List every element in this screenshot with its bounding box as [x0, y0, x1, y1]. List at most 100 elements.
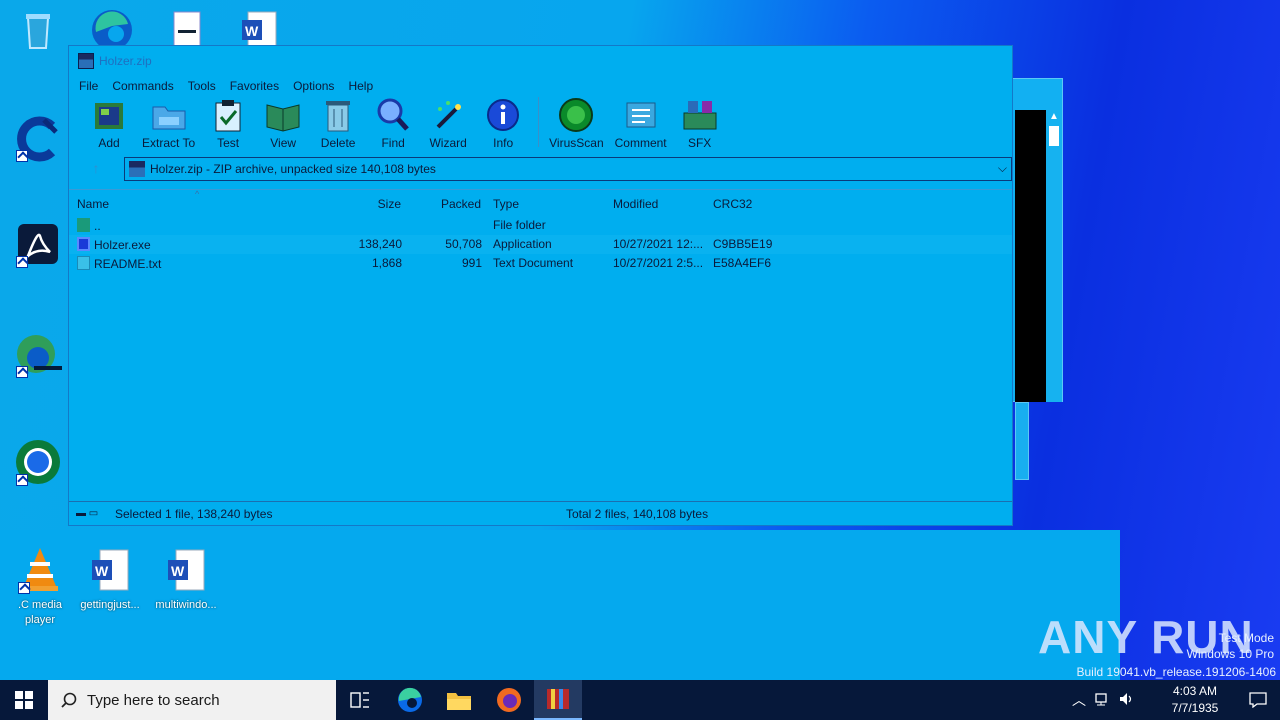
table-row[interactable]: README.txt 1,868 991 Text Document 10/27… — [69, 254, 1012, 273]
status-bar: ▬ ▭ Selected 1 file, 138,240 bytes Total… — [69, 501, 1012, 525]
watermark-edition: Windows 10 Pro — [1186, 647, 1274, 661]
background-window-edge — [1015, 402, 1029, 480]
archive-icon — [129, 161, 145, 177]
firefox-icon — [497, 688, 521, 712]
find-button[interactable]: Find — [371, 97, 415, 150]
address-bar: ↑ Holzer.zip - ZIP archive, unpacked siz… — [69, 155, 1012, 181]
toolbar: Add Extract To Test View Delete Find Wiz… — [69, 97, 1012, 155]
drive-icon: ▬ ▭ — [76, 508, 99, 519]
vlc-desktop-icon[interactable]: .C media player — [2, 546, 78, 628]
clock[interactable]: 4:03 AM 7/7/1935 — [1160, 683, 1230, 717]
wizard-button[interactable]: Wizard — [426, 97, 470, 150]
clock-date: 7/7/1935 — [1171, 701, 1219, 715]
scroll-up-icon[interactable]: ▲ — [1046, 110, 1062, 124]
chevron-down-icon[interactable]: ⌵ — [998, 161, 1007, 176]
virusscan-button[interactable]: VirusScan — [549, 97, 604, 150]
column-crc32[interactable]: CRC32 — [713, 197, 752, 213]
edge-app-desktop-icon[interactable] — [2, 330, 74, 382]
doc1-desktop-icon[interactable]: W gettingjust... — [74, 546, 146, 613]
acrobat-desktop-icon[interactable] — [2, 220, 74, 272]
toolbar-separator — [538, 97, 540, 147]
doc2-desktop-icon[interactable]: W multiwindo... — [150, 546, 222, 613]
chrome-icon — [14, 438, 62, 486]
delete-icon — [320, 97, 356, 133]
column-type[interactable]: Type — [493, 197, 519, 213]
test-icon — [210, 97, 246, 133]
window-titlebar[interactable]: Holzer.zip — [69, 46, 1012, 75]
file-list[interactable]: Name ^ Size Packed Type Modified CRC32 .… — [69, 189, 1012, 502]
menu-file[interactable]: File — [72, 79, 105, 93]
archive-window[interactable]: Holzer.zip File Commands Tools Favorites… — [68, 45, 1013, 526]
doc1-label: gettingjust... — [80, 599, 140, 611]
background-window[interactable]: ▲ — [1010, 78, 1063, 402]
sort-arrow-icon: ^ — [195, 189, 200, 199]
window-title: Holzer.zip — [99, 53, 152, 68]
table-row[interactable]: .. File folder — [69, 216, 1012, 235]
scroll-thumb[interactable] — [1049, 126, 1059, 146]
chrome-desktop-icon[interactable] — [2, 438, 74, 490]
recycle-bin-desktop-icon[interactable] — [2, 6, 74, 58]
path-combobox[interactable]: Holzer.zip - ZIP archive, unpacked size … — [124, 157, 1012, 181]
network-icon[interactable] — [1090, 691, 1114, 710]
taskbar-winrar[interactable] — [534, 680, 582, 720]
recycle-bin-icon — [14, 6, 62, 54]
text-file-icon — [77, 256, 90, 270]
start-button[interactable] — [0, 680, 48, 720]
virusscan-icon — [558, 97, 594, 133]
windows-logo-icon — [15, 691, 33, 709]
taskbar-edge[interactable] — [386, 680, 434, 720]
menu-tools[interactable]: Tools — [181, 79, 223, 93]
up-folder-icon[interactable]: ↑ — [69, 160, 123, 176]
add-button[interactable]: Add — [87, 97, 131, 150]
column-packed[interactable]: Packed — [431, 197, 481, 213]
watermark-test-mode: Test Mode — [1218, 631, 1274, 645]
speaker-icon[interactable] — [1114, 691, 1138, 710]
info-button[interactable]: Info — [481, 97, 525, 150]
search-icon — [61, 692, 77, 708]
word-document-icon: W — [86, 546, 134, 594]
wizard-icon — [430, 97, 466, 133]
archive-app-icon — [78, 52, 94, 69]
edge-app-icon — [14, 330, 62, 378]
table-row[interactable]: Holzer.exe 138,240 50,708 Application 10… — [69, 235, 1012, 254]
chevron-up-icon[interactable]: ︿ — [1068, 690, 1090, 710]
ccleaner-icon — [14, 114, 62, 162]
search-box[interactable]: Type here to search — [48, 680, 336, 720]
comment-button[interactable]: Comment — [615, 97, 667, 150]
ccleaner-desktop-icon[interactable] — [2, 114, 74, 166]
menu-commands[interactable]: Commands — [105, 79, 180, 93]
exe-file-icon — [77, 237, 90, 251]
add-icon — [91, 97, 127, 133]
svg-text:W: W — [245, 23, 259, 39]
vlc-icon — [16, 546, 64, 594]
delete-button[interactable]: Delete — [316, 97, 360, 150]
task-view-icon — [350, 692, 369, 708]
watermark-build: Build 19041.vb_release.191206-1406 — [1076, 665, 1277, 679]
taskbar-file-explorer[interactable] — [435, 680, 483, 720]
status-selected: Selected 1 file, 138,240 bytes — [115, 506, 273, 521]
test-button[interactable]: Test — [206, 97, 250, 150]
view-icon — [265, 97, 301, 133]
svg-text:W: W — [95, 563, 109, 579]
menu-favorites[interactable]: Favorites — [223, 79, 286, 93]
svg-text:W: W — [171, 563, 185, 579]
task-view-button[interactable] — [336, 680, 384, 720]
background-window-content — [1015, 110, 1046, 402]
column-size[interactable]: Size — [359, 197, 401, 213]
extract-to-button[interactable]: Extract To — [142, 97, 195, 150]
edge-icon — [398, 687, 422, 712]
extract-icon — [151, 97, 187, 133]
find-icon — [375, 97, 411, 133]
column-modified[interactable]: Modified — [613, 197, 658, 213]
acrobat-icon — [14, 220, 62, 268]
clock-time: 4:03 AM — [1172, 684, 1218, 698]
notification-center-button[interactable] — [1236, 680, 1280, 720]
menu-options[interactable]: Options — [286, 79, 341, 93]
sfx-button[interactable]: SFX — [678, 97, 722, 150]
menu-help[interactable]: Help — [341, 79, 380, 93]
taskbar-firefox[interactable] — [485, 680, 533, 720]
sfx-icon — [682, 97, 718, 133]
column-name[interactable]: Name — [77, 197, 109, 213]
background-window-scrollbar[interactable]: ▲ — [1046, 110, 1062, 402]
view-button[interactable]: View — [261, 97, 305, 150]
